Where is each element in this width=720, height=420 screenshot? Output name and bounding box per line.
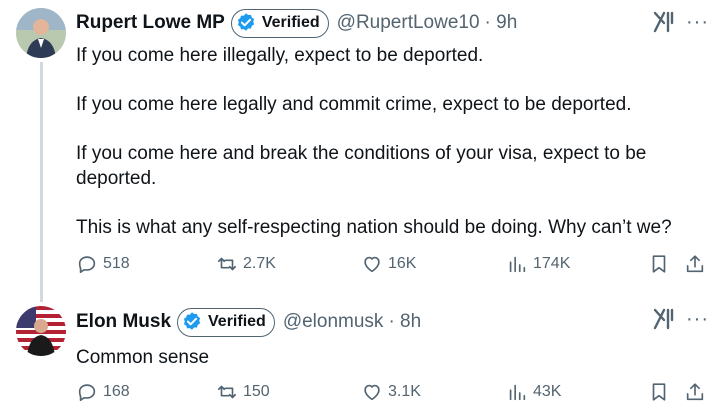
verified-label: Verified <box>208 313 266 330</box>
post-time[interactable]: · 8h <box>388 311 421 333</box>
tweet-top-actions: ··· <box>652 10 709 34</box>
views-button[interactable]: 174K <box>506 253 570 275</box>
author-name[interactable]: Rupert Lowe MP <box>76 12 225 34</box>
reply-icon <box>78 256 96 274</box>
verified-check-icon <box>237 13 254 31</box>
more-options-icon[interactable]: ··· <box>686 12 709 32</box>
bookmark-button[interactable] <box>648 381 675 403</box>
grok-icon[interactable] <box>652 10 676 34</box>
retweet-button[interactable]: 2.7K <box>216 253 276 275</box>
tweet-top-actions: ··· <box>652 307 709 331</box>
tweet-paragraph: If you come here legally and commit crim… <box>76 94 632 115</box>
verified-badge[interactable]: Verified <box>230 8 329 38</box>
verified-badge[interactable]: Verified <box>177 307 275 337</box>
bookmark-button[interactable] <box>648 253 675 275</box>
views-chart-icon <box>509 256 526 273</box>
tweet-header: Elon Musk Verified @elonmusk · 8h <box>76 307 421 337</box>
author-handle[interactable]: @RupertLowe10 <box>337 12 480 34</box>
post-time[interactable]: · 9h <box>485 12 518 34</box>
like-button[interactable]: 16K <box>361 253 416 275</box>
retweet-icon <box>217 257 237 271</box>
like-count: 3.1K <box>388 383 421 400</box>
tweet-paragraph: If you come here and break the condition… <box>76 143 647 189</box>
views-count: 174K <box>533 255 571 272</box>
views-chart-icon <box>509 384 526 401</box>
bookmark-icon <box>652 383 666 401</box>
reply-count: 168 <box>103 383 130 400</box>
share-icon <box>686 383 704 401</box>
like-count: 16K <box>388 255 417 272</box>
views-button[interactable]: 43K <box>506 381 561 403</box>
views-count: 43K <box>533 383 562 400</box>
tweet-paragraph: This is what any self-respecting nation … <box>76 217 672 238</box>
tweet-action-bar: 518 2.7K 16K 174K <box>76 253 716 281</box>
retweet-icon <box>217 385 237 399</box>
author-name[interactable]: Elon Musk <box>76 311 171 333</box>
retweet-button[interactable]: 150 <box>216 381 270 403</box>
reply-button[interactable]: 168 <box>76 381 130 403</box>
avatar-rupert-lowe[interactable] <box>16 8 66 58</box>
tweet-paragraph: Common sense <box>76 347 210 368</box>
heart-icon <box>364 384 380 401</box>
reply-button[interactable]: 518 <box>76 253 130 275</box>
grok-icon[interactable] <box>652 307 676 331</box>
avatar-elon-musk[interactable] <box>16 306 66 356</box>
share-icon <box>686 255 704 273</box>
tweet-text: If you come here illegally, expect to be… <box>76 43 676 264</box>
bookmark-icon <box>652 255 666 273</box>
reply-count: 518 <box>103 255 130 272</box>
retweet-count: 150 <box>243 383 270 400</box>
share-button[interactable] <box>684 253 711 275</box>
verified-label: Verified <box>261 14 320 31</box>
heart-icon <box>364 256 380 273</box>
tweet-action-bar: 168 150 3.1K 43K <box>76 381 716 409</box>
tweet-paragraph: If you come here illegally, expect to be… <box>76 45 484 66</box>
tweet-header: Rupert Lowe MP Verified @RupertLowe10 · … <box>76 8 517 38</box>
verified-check-icon <box>183 312 201 330</box>
like-button[interactable]: 3.1K <box>361 381 421 403</box>
more-options-icon[interactable]: ··· <box>686 309 709 329</box>
author-handle[interactable]: @elonmusk <box>283 311 384 333</box>
share-button[interactable] <box>684 381 711 403</box>
thread-line <box>40 62 43 302</box>
tweet-text: Common sense <box>76 345 676 370</box>
reply-icon <box>78 384 96 402</box>
retweet-count: 2.7K <box>243 255 276 272</box>
